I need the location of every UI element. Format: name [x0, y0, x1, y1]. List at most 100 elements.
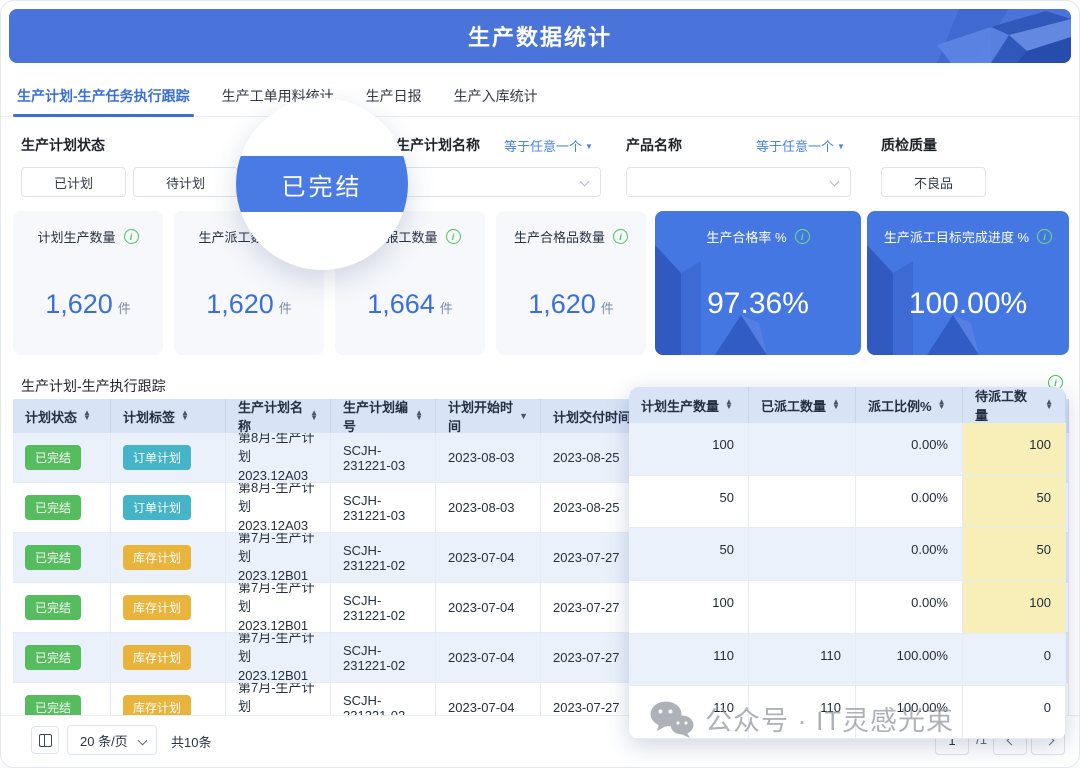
column-header-label: 生产计划编号: [343, 399, 409, 433]
chevron-down-icon: [138, 736, 148, 746]
kpi-unit: 件: [601, 301, 614, 316]
column-header-0[interactable]: 计划状态 ▲▼: [13, 399, 111, 433]
kpi-number: 97.36%: [707, 287, 809, 320]
dispatched-qty-cell: [749, 581, 856, 634]
status-option-finished-button[interactable]: 已完结: [236, 156, 408, 212]
product-name-select[interactable]: [626, 167, 851, 197]
info-icon[interactable]: i: [795, 229, 810, 244]
plan-name-line1: 第8月-生产计划: [238, 433, 318, 467]
overlay-column-header-2[interactable]: 派工比例%▲▼: [856, 387, 963, 423]
plan-code-cell: SCJH-231221-03: [331, 483, 436, 532]
sort-icon[interactable]: ▲▼: [1045, 400, 1053, 410]
planned-qty-cell: 50: [629, 528, 749, 581]
plan-name-line1: 第7月-生产计划: [238, 633, 318, 667]
chevron-down-icon: [580, 177, 590, 187]
tab-2[interactable]: 生产日报: [366, 79, 422, 116]
start-date-cell: 2023-08-03: [436, 433, 541, 482]
pending-qty-cell: 0: [963, 686, 1066, 739]
plan-name-text: 第7月-生产计划2023.12B01: [238, 583, 318, 632]
caret-down-icon: ▼: [837, 142, 845, 151]
kpi-card-row: 计划生产数量i1,620件生产派工数量i1,620件生产报工数量i1,664件生…: [13, 211, 1067, 355]
dispatch-ratio-cell: 0.00%: [856, 423, 963, 476]
overlay-column-header-3[interactable]: 待派工数量 ▲▼: [963, 387, 1066, 423]
quality-filter-label: 质检质量: [881, 135, 937, 155]
status-badge: 已完结: [25, 495, 81, 520]
sort-icon[interactable]: ▲▼: [938, 400, 946, 410]
column-header-1[interactable]: 计划标签▲▼: [111, 399, 226, 433]
sort-icon[interactable]: ▲▼: [725, 400, 733, 410]
tab-0[interactable]: 生产计划-生产任务执行跟踪: [17, 79, 190, 116]
column-header-4[interactable]: 计划开始时间 ▼: [436, 399, 541, 433]
kpi-card-header: 计划生产数量i: [13, 227, 163, 246]
info-icon[interactable]: i: [1037, 229, 1052, 244]
info-icon[interactable]: i: [613, 229, 628, 244]
tab-bar: 生产计划-生产任务执行跟踪生产工单用料统计生产日报生产入库统计: [1, 79, 1079, 117]
column-header-2[interactable]: 生产计划名称 ▲▼: [226, 399, 331, 433]
overlay-row: 110110100.00%0: [629, 686, 1066, 739]
tag-badge: 订单计划: [123, 445, 191, 470]
sort-down-icon: ▼: [938, 405, 946, 410]
column-settings-icon: [39, 734, 52, 747]
product-name-operator-link[interactable]: 等于任意一个▼: [756, 136, 845, 155]
page-header: 生产数据统计: [9, 9, 1071, 63]
sort-down-icon: ▼: [1045, 405, 1053, 410]
sort-icon[interactable]: ▲▼: [181, 411, 189, 421]
dispatch-overlay-table: 计划生产数量▲▼已派工数量▲▼派工比例%▲▼待派工数量▲▼1000.00%100…: [629, 387, 1066, 739]
overlay-column-header-1[interactable]: 已派工数量▲▼: [749, 387, 856, 423]
column-settings-button[interactable]: [31, 726, 59, 754]
kpi-label: 生产派工目标完成进度 %: [884, 227, 1029, 246]
plan-name-text: 第8月-生产计划2023.12A03: [238, 433, 318, 482]
plan-code-cell: SCJH-231221-02: [331, 533, 436, 582]
status-filter-label: 生产计划状态: [21, 135, 105, 155]
column-header-label: 计划状态: [25, 407, 77, 426]
plan-name-select[interactable]: [389, 167, 601, 197]
plan-name-line2: 2023.12B01: [238, 617, 318, 632]
chevron-down-icon: [830, 177, 840, 187]
start-date-cell: 2023-07-04: [436, 583, 541, 632]
column-header-label: 生产计划名称: [238, 399, 304, 433]
sort-down-icon: ▼: [83, 416, 91, 421]
tag-cell: 库存计划: [111, 583, 226, 632]
status-cell: 已完结: [13, 583, 111, 632]
overlay-row: 1000.00%100: [629, 581, 1066, 634]
tab-3[interactable]: 生产入库统计: [454, 79, 538, 116]
table-title: 生产计划-生产执行跟踪: [21, 376, 166, 396]
overlay-row: 500.00%50: [629, 528, 1066, 581]
plan-name-operator-link[interactable]: 等于任意一个▼: [504, 136, 593, 155]
plan-code-cell: SCJH-231221-02: [331, 583, 436, 632]
kpi-value: 100.00%: [867, 287, 1069, 321]
kpi-number: 100.00%: [909, 287, 1027, 320]
overlay-column-header-0[interactable]: 计划生产数量▲▼: [629, 387, 749, 423]
sort-icon[interactable]: ▲▼: [310, 411, 318, 421]
column-header-label: 计划开始时间: [448, 399, 513, 433]
sort-icon[interactable]: ▲▼: [83, 411, 91, 421]
total-count-label: 共10条: [171, 732, 211, 751]
status-option-button-0[interactable]: 已计划: [21, 167, 126, 197]
kpi-number: 1,620: [206, 289, 274, 319]
column-header-3[interactable]: 生产计划编号 ▲▼: [331, 399, 436, 433]
kpi-number: 1,620: [528, 289, 596, 319]
plan-name-line1: 第8月-生产计划: [238, 483, 318, 517]
app-container: 生产数据统计 生产计划-生产任务执行跟踪生产工单用料统计生产日报生产入库统计 生…: [0, 0, 1080, 768]
plan-code-cell: SCJH-231221-02: [331, 633, 436, 682]
status-option-button-1[interactable]: 待计划: [133, 167, 238, 197]
plan-name-line2: 2023.12A03: [238, 467, 318, 482]
sort-icon[interactable]: ▲▼: [832, 400, 840, 410]
sort-desc-icon[interactable]: ▼: [519, 411, 528, 421]
sort-icon[interactable]: ▲▼: [415, 411, 423, 421]
page-size-select[interactable]: 20 条/页: [67, 725, 157, 755]
plan-name-line1: 第7月-生产计划: [238, 583, 318, 617]
planned-qty-cell: 100: [629, 581, 749, 634]
tag-badge: 库存计划: [123, 595, 191, 620]
plan-name-text: 第7月-生产计划2023.12B01: [238, 633, 318, 682]
plan-name-line1: 第7月-生产计划: [238, 683, 318, 717]
caret-down-icon: ▼: [585, 142, 593, 151]
info-icon[interactable]: i: [446, 229, 461, 244]
quality-option-button[interactable]: 不良品: [881, 167, 986, 197]
overlay-column-label: 待派工数量: [975, 387, 1039, 423]
plan-name-text: 第8月-生产计划2023.12A03: [238, 483, 318, 532]
info-icon[interactable]: i: [124, 229, 139, 244]
sort-down-icon: ▼: [415, 416, 423, 421]
plan-name-line2: 2023.12A03: [238, 517, 318, 532]
dispatch-ratio-cell: 0.00%: [856, 476, 963, 529]
